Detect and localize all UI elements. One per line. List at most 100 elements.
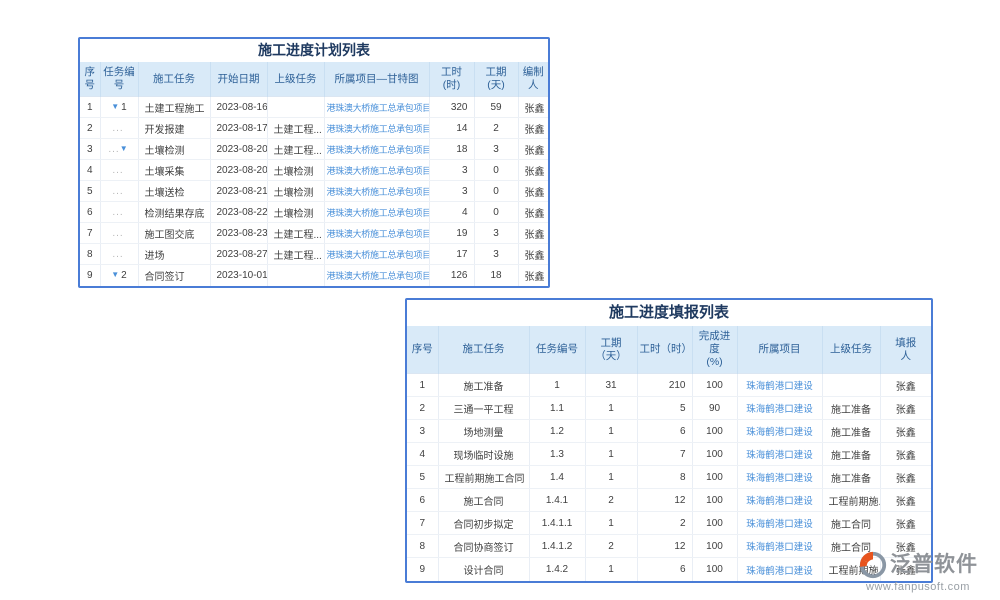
ellipsis-icon: ... <box>112 207 123 218</box>
cell-progress: 100 <box>692 512 737 535</box>
cell-task-no: ▼2 <box>100 265 138 286</box>
cell-hours: 210 <box>637 374 692 397</box>
cell-reporter: 张鑫 <box>880 443 931 466</box>
project-link[interactable]: 珠海鹤港口建设 <box>746 473 813 484</box>
col-header-project-gantt: 所属项目—甘特图 <box>324 62 429 97</box>
cell-project: 港珠澳大桥施工总承包项目 <box>324 139 429 160</box>
cell-author: 张鑫 <box>518 181 548 202</box>
cell-task-no: 1.1 <box>529 397 585 420</box>
cell-author: 张鑫 <box>518 160 548 181</box>
cell-hours: 8 <box>637 466 692 489</box>
cell-days: 3 <box>474 223 518 244</box>
plan-table-header-row: 序号 任务编 号 施工任务 开始日期 上级任务 所属项目—甘特图 工时 (时) … <box>80 62 548 97</box>
cell-seq: 1 <box>407 374 438 397</box>
cell-start-date: 2023-08-22 <box>210 202 267 223</box>
cell-task-no: ▼1 <box>100 97 138 118</box>
project-link[interactable]: 港珠澳大桥施工总承包项目 <box>327 250 430 260</box>
cell-reporter: 张鑫 <box>880 512 931 535</box>
cell-progress: 100 <box>692 443 737 466</box>
project-link[interactable]: 珠海鹤港口建设 <box>746 566 813 577</box>
cell-task-no: ... <box>100 202 138 223</box>
expand-arrow-icon[interactable]: ▼ <box>111 102 119 111</box>
project-link[interactable]: 珠海鹤港口建设 <box>746 519 813 530</box>
cell-seq: 2 <box>80 118 100 139</box>
plan-table-panel: 施工进度计划列表 序号 任务编 号 施工任务 开始日期 上级任务 所属项目—甘特… <box>78 37 550 288</box>
project-link[interactable]: 港珠澳大桥施工总承包项目 <box>327 271 430 281</box>
col-header-start-date: 开始日期 <box>210 62 267 97</box>
cell-progress: 100 <box>692 374 737 397</box>
cell-task: 土壤采集 <box>138 160 210 181</box>
cell-hours: 320 <box>429 97 474 118</box>
cell-parent-task <box>267 265 324 286</box>
col-header-task: 施工任务 <box>138 62 210 97</box>
project-link[interactable]: 珠海鹤港口建设 <box>746 381 813 392</box>
project-link[interactable]: 港珠澳大桥施工总承包项目 <box>327 124 430 134</box>
cell-project: 港珠澳大桥施工总承包项目 <box>324 97 429 118</box>
cell-author: 张鑫 <box>518 223 548 244</box>
project-link[interactable]: 港珠澳大桥施工总承包项目 <box>327 166 430 176</box>
cell-task: 土壤检测 <box>138 139 210 160</box>
project-link[interactable]: 珠海鹤港口建设 <box>746 496 813 507</box>
cell-start-date: 2023-08-17 <box>210 118 267 139</box>
vendor-watermark: 泛普软件 www.fanpusoft.com <box>858 550 1000 593</box>
cell-hours: 126 <box>429 265 474 286</box>
cell-seq: 9 <box>407 558 438 581</box>
cell-project: 珠海鹤港口建设 <box>737 374 822 397</box>
report-table-body: 1 施工准备 1 31 210 100 珠海鹤港口建设 张鑫 2 三通一平工程 … <box>407 374 931 581</box>
cell-hours: 4 <box>429 202 474 223</box>
cell-project: 珠海鹤港口建设 <box>737 397 822 420</box>
cell-task: 合同签订 <box>138 265 210 286</box>
cell-start-date: 2023-08-20 <box>210 139 267 160</box>
table-row: 8 ... 进场 2023-08-27 土建工程... 港珠澳大桥施工总承包项目… <box>80 244 548 265</box>
cell-task: 现场临时设施 <box>438 443 529 466</box>
cell-seq: 5 <box>80 181 100 202</box>
cell-project: 珠海鹤港口建设 <box>737 535 822 558</box>
table-row: 6 施工合同 1.4.1 2 12 100 珠海鹤港口建设 工程前期施... 张… <box>407 489 931 512</box>
cell-task: 开发报建 <box>138 118 210 139</box>
cell-task: 施工准备 <box>438 374 529 397</box>
project-link[interactable]: 珠海鹤港口建设 <box>746 542 813 553</box>
cell-task: 施工图交底 <box>138 223 210 244</box>
expand-arrow-icon[interactable]: ▼ <box>120 144 128 153</box>
project-link[interactable]: 港珠澳大桥施工总承包项目 <box>327 103 430 113</box>
cell-reporter: 张鑫 <box>880 489 931 512</box>
table-row: 8 合同协商签订 1.4.1.2 2 12 100 珠海鹤港口建设 施工合同 张… <box>407 535 931 558</box>
table-row: 4 现场临时设施 1.3 1 7 100 珠海鹤港口建设 施工准备 张鑫 <box>407 443 931 466</box>
project-link[interactable]: 港珠澳大桥施工总承包项目 <box>327 187 430 197</box>
cell-days: 1 <box>585 512 637 535</box>
project-link[interactable]: 港珠澳大桥施工总承包项目 <box>327 229 430 239</box>
cell-days: 3 <box>474 244 518 265</box>
col-header-task-no: 任务编 号 <box>100 62 138 97</box>
cell-task: 三通一平工程 <box>438 397 529 420</box>
project-link[interactable]: 港珠澳大桥施工总承包项目 <box>327 145 430 155</box>
cell-project: 港珠澳大桥施工总承包项目 <box>324 181 429 202</box>
cell-progress: 100 <box>692 558 737 581</box>
col-header-seq: 序号 <box>407 326 438 374</box>
cell-parent-task: 土壤检测 <box>267 160 324 181</box>
cell-seq: 8 <box>407 535 438 558</box>
cell-days: 0 <box>474 202 518 223</box>
cell-parent-task: 施工准备 <box>822 397 880 420</box>
cell-days: 1 <box>585 558 637 581</box>
cell-days: 31 <box>585 374 637 397</box>
expand-arrow-icon[interactable]: ▼ <box>111 270 119 279</box>
cell-seq: 9 <box>80 265 100 286</box>
cell-parent-task: 土建工程... <box>267 139 324 160</box>
col-header-author: 编制 人 <box>518 62 548 97</box>
project-link[interactable]: 珠海鹤港口建设 <box>746 427 813 438</box>
cell-hours: 12 <box>637 489 692 512</box>
cell-days: 0 <box>474 181 518 202</box>
cell-seq: 7 <box>80 223 100 244</box>
col-header-seq: 序号 <box>80 62 100 97</box>
project-link[interactable]: 港珠澳大桥施工总承包项目 <box>327 208 430 218</box>
project-link[interactable]: 珠海鹤港口建设 <box>746 404 813 415</box>
cell-task-no: ...▼ <box>100 139 138 160</box>
cell-reporter: 张鑫 <box>880 420 931 443</box>
report-table-header-row: 序号 施工任务 任务编号 工期（天） 工时（时） 完成进度 (%) 所属项目 上… <box>407 326 931 374</box>
ellipsis-icon: ... <box>112 186 123 197</box>
cell-days: 3 <box>474 139 518 160</box>
cell-hours: 18 <box>429 139 474 160</box>
table-row: 1 ▼1 土建工程施工 2023-08-16 港珠澳大桥施工总承包项目 320 … <box>80 97 548 118</box>
cell-task-no: ... <box>100 118 138 139</box>
project-link[interactable]: 珠海鹤港口建设 <box>746 450 813 461</box>
